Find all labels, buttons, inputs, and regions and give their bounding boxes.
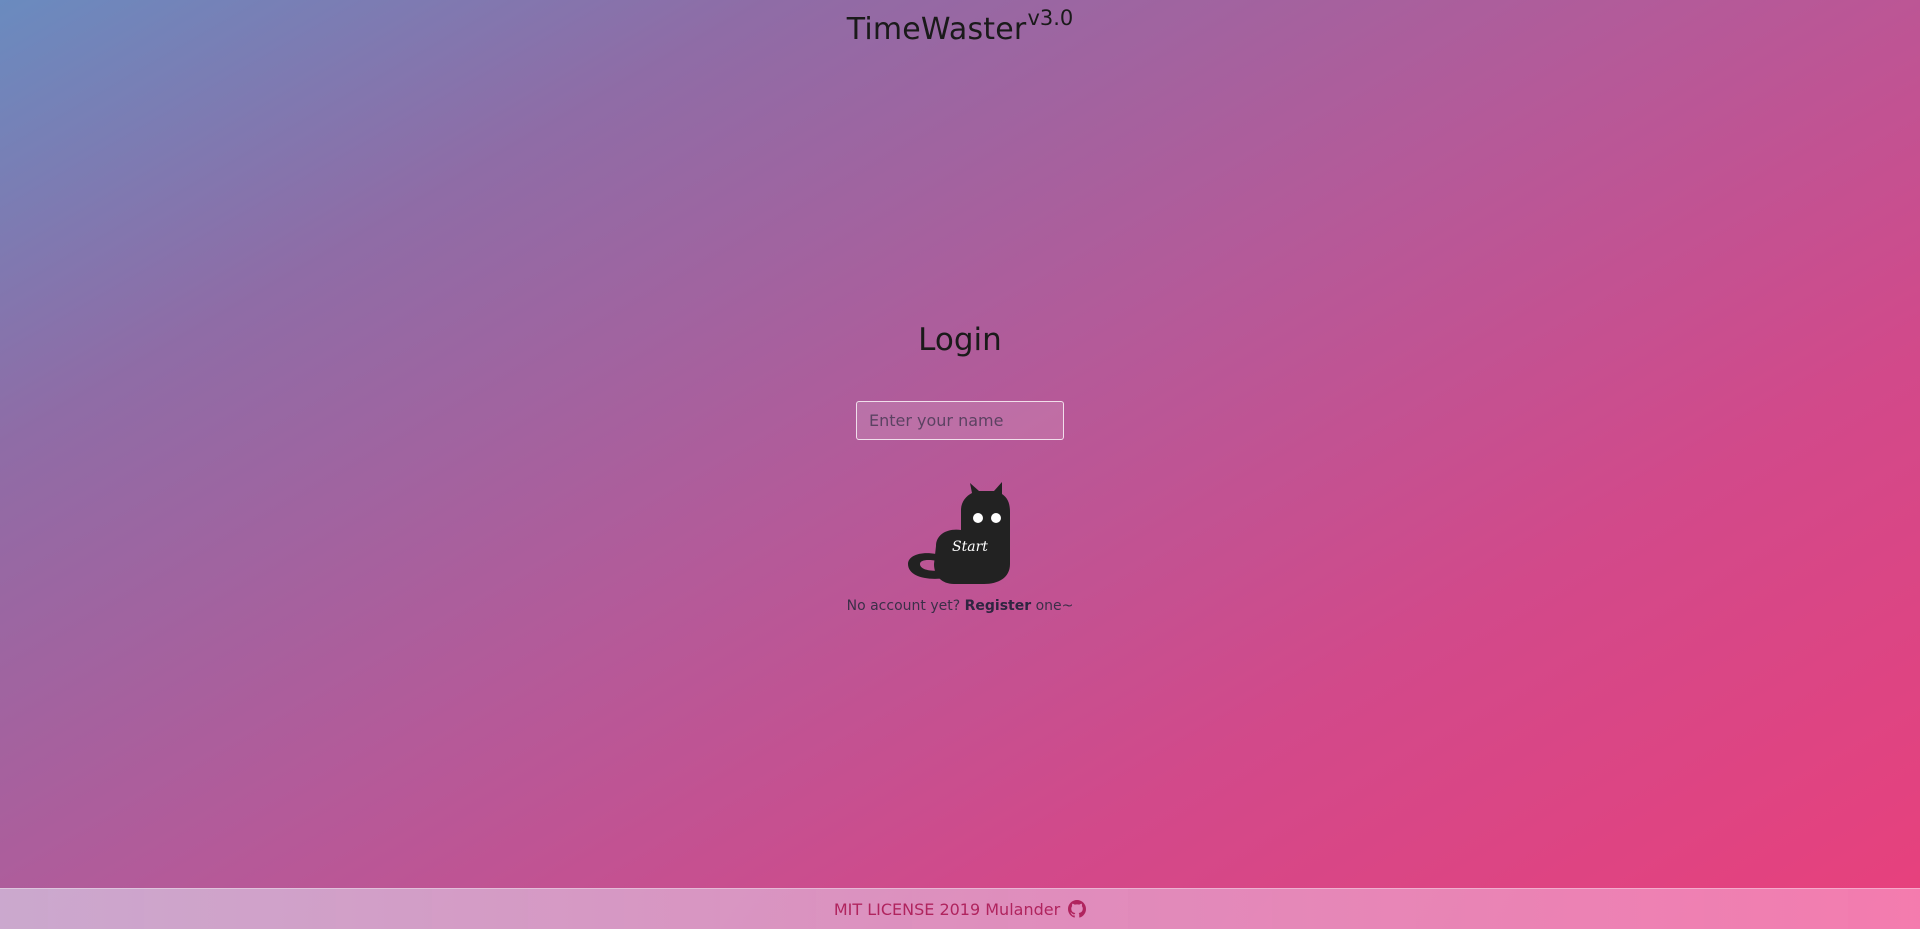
license-text: MIT LICENSE 2019 Mulander — [833, 899, 1061, 919]
register-prefix: No account yet? — [846, 598, 961, 614]
app-header: TimeWasterv3.0 — [0, 6, 1920, 47]
start-label: Start — [952, 539, 988, 555]
app-title: TimeWaster — [846, 12, 1027, 47]
github-icon[interactable] — [1068, 900, 1087, 918]
register-prompt: No account yet? Register one~ — [0, 598, 1920, 614]
register-link[interactable]: Register — [965, 598, 1032, 614]
login-heading: Login — [918, 322, 1002, 358]
start-button[interactable]: Start — [884, 482, 1014, 584]
cat-icon — [908, 482, 1010, 584]
app-version: v3.0 — [1027, 6, 1074, 30]
name-input[interactable] — [856, 401, 1064, 440]
register-suffix: one~ — [1035, 598, 1074, 614]
footer: MIT LICENSE 2019 Mulander — [0, 888, 1920, 929]
